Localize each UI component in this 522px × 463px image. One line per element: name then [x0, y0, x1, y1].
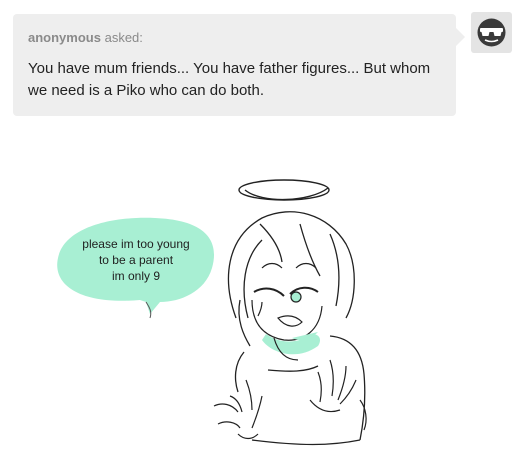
asker-line: anonymous asked:	[28, 30, 440, 45]
speech-line: to be a parent	[98, 253, 174, 267]
face	[251, 262, 323, 341]
speech-line: im only 9	[111, 269, 161, 283]
anonymous-avatar-icon[interactable]	[471, 12, 512, 53]
answer-drawing	[57, 179, 367, 446]
halo	[238, 179, 330, 201]
ask-box: anonymous asked: You have mum friends...…	[13, 14, 465, 116]
neck	[262, 334, 320, 361]
question-text: You have mum friends... You have father …	[28, 60, 431, 99]
right-hand	[309, 359, 367, 431]
speech-line: please im too young	[82, 237, 190, 251]
left-hand	[213, 379, 263, 440]
asked-label: asked:	[104, 30, 143, 45]
asker-name: anonymous	[28, 30, 101, 45]
speech-bubble-text: please im too young to be a parent im on…	[56, 236, 216, 284]
